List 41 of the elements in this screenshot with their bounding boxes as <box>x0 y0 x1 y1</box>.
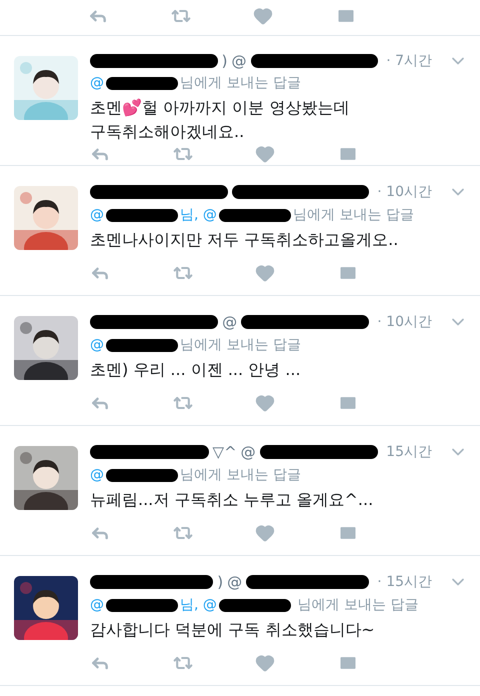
reply-label: 님에게 보내는 답글 <box>180 336 301 354</box>
timestamp: · 7시간 <box>386 52 432 71</box>
reply-label: 님에게 보내는 답글 <box>296 596 418 614</box>
redaction-mark <box>106 76 178 90</box>
reply-label: 님에게 보내는 답글 <box>292 206 414 224</box>
timestamp: · 15시간 <box>377 572 432 592</box>
tweet-text: 초멘💕헐 아까까지 이분 영상봤는데 <box>90 96 350 118</box>
redaction-mark <box>106 208 178 222</box>
mention-link[interactable]: 님, @ <box>180 204 217 226</box>
user-name-text: ) <box>222 51 228 72</box>
user-name-text: ) <box>217 572 224 593</box>
user-name-text: @ <box>232 51 247 72</box>
mention-link[interactable]: @ <box>90 204 104 226</box>
like-icon[interactable] <box>253 6 273 26</box>
mention-link[interactable]: @ <box>90 334 104 356</box>
like-icon[interactable] <box>255 653 275 673</box>
timestamp: · 10시간 <box>377 182 432 202</box>
like-icon[interactable] <box>255 263 275 283</box>
mention-link[interactable]: @ <box>90 72 104 94</box>
redaction-mark <box>106 468 178 482</box>
tweet-text: 초멘나사이지만 저두 구독취소하고올게오.. <box>90 229 400 251</box>
mention-link[interactable]: @ <box>90 464 104 486</box>
user-name-text: @ <box>240 442 256 463</box>
user-name-text: @ <box>222 312 238 333</box>
timestamp: · 10시간 <box>377 312 432 332</box>
mention-link[interactable]: @ <box>90 594 104 616</box>
redaction-mark <box>106 338 178 352</box>
reply-label: 님에게 보내는 답글 <box>180 466 301 484</box>
like-icon[interactable] <box>255 523 275 543</box>
like-icon[interactable] <box>255 144 275 164</box>
tweet-text: 감사합니다 덕분에 구독 취소했습니다~ <box>90 619 376 641</box>
reply-label: 님에게 보내는 답글 <box>180 74 301 92</box>
timestamp: 15시간 <box>386 442 432 462</box>
user-name-text: ▽^ <box>212 442 237 463</box>
tweet-text: 초멘) 우리 ... 이젠 ... 안녕 ... <box>90 359 302 381</box>
tweet-text: 구독취소해아겠네요.. <box>90 120 246 142</box>
mention-link[interactable]: 님, @ <box>180 594 217 616</box>
tweet-text: 뉴페림...저 구독취소 누루고 올게요^... <box>90 489 374 511</box>
user-name-text: @ <box>227 572 242 593</box>
like-icon[interactable] <box>255 393 275 413</box>
redaction-mark <box>106 598 178 612</box>
